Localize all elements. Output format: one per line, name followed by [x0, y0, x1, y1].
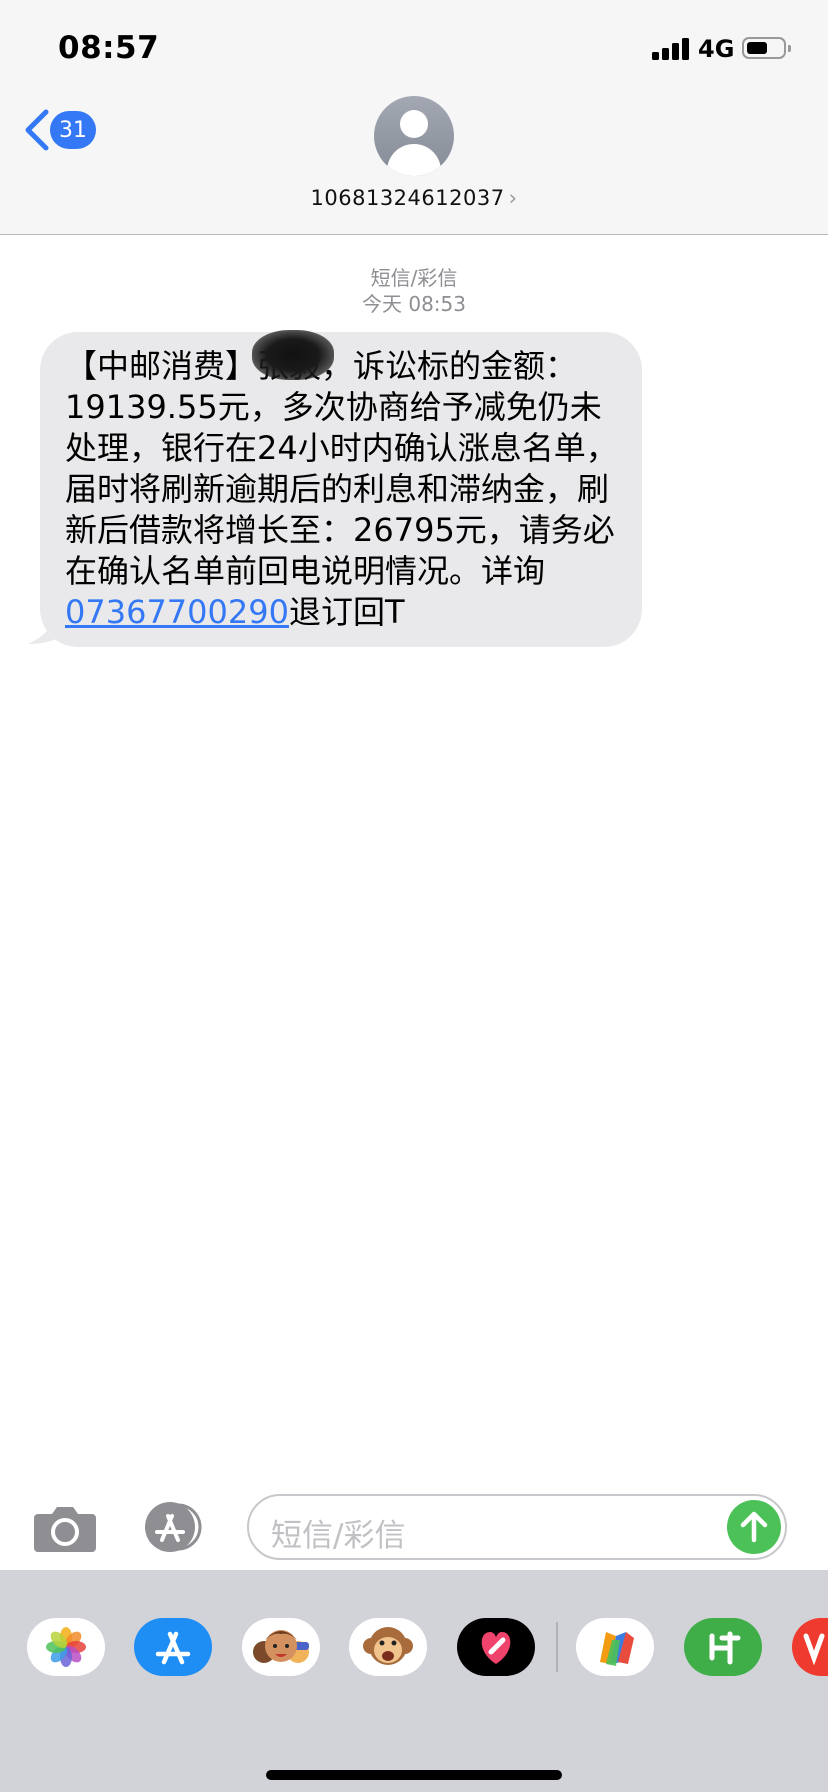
- camera-icon[interactable]: [34, 1504, 96, 1552]
- conversation-header: 31 10681324612037 ›: [0, 96, 828, 235]
- app-store-icon[interactable]: [134, 1618, 212, 1676]
- contact-number: 10681324612037: [310, 186, 505, 210]
- phone-number-link[interactable]: 07367700290: [65, 593, 289, 631]
- memoji-icon[interactable]: [242, 1618, 320, 1676]
- send-button[interactable]: [727, 1500, 781, 1554]
- imessage-app-drawer: [0, 1570, 828, 1792]
- status-bar: 08:57 4G: [0, 0, 828, 100]
- unread-count-badge: 31: [50, 111, 96, 149]
- red-app-icon[interactable]: [792, 1618, 828, 1676]
- photos-icon[interactable]: [27, 1618, 105, 1676]
- status-time: 08:57: [58, 30, 160, 66]
- back-button[interactable]: 31: [22, 104, 96, 156]
- green-app-icon[interactable]: [684, 1618, 762, 1676]
- digital-touch-icon[interactable]: [457, 1618, 535, 1676]
- compose-bar: 短信/彩信: [0, 1480, 828, 1570]
- message-input-placeholder: 短信/彩信: [271, 1518, 406, 1554]
- chevron-right-icon: ›: [508, 186, 518, 210]
- message-suffix: 退订回T: [288, 593, 405, 631]
- network-type: 4G: [698, 35, 735, 63]
- message-timestamp: 今天 08:53: [362, 292, 466, 316]
- message-text: 【中邮消费】张毅，诉讼标的金额：19139.55元，多次协商给予减免仍未处理，银…: [65, 347, 618, 590]
- drawer-divider: [556, 1622, 558, 1672]
- message-input[interactable]: 短信/彩信: [247, 1494, 787, 1560]
- message-service-label: 短信/彩信: [370, 266, 458, 290]
- cellular-signal-icon: [652, 38, 692, 60]
- arrow-up-icon: [740, 1511, 768, 1543]
- animoji-icon[interactable]: [349, 1618, 427, 1676]
- redaction-mark: [252, 330, 334, 380]
- contact-avatar[interactable]: [374, 96, 454, 176]
- contact-name[interactable]: 10681324612037 ›: [0, 186, 828, 210]
- books-app-icon[interactable]: [576, 1618, 654, 1676]
- battery-icon: [742, 37, 791, 59]
- app-store-button[interactable]: [140, 1502, 212, 1552]
- message-bubble[interactable]: 【中邮消费】张毅，诉讼标的金额：19139.55元，多次协商给予减免仍未处理，银…: [40, 332, 642, 647]
- home-indicator[interactable]: [266, 1770, 562, 1780]
- chevron-left-icon: [25, 109, 49, 151]
